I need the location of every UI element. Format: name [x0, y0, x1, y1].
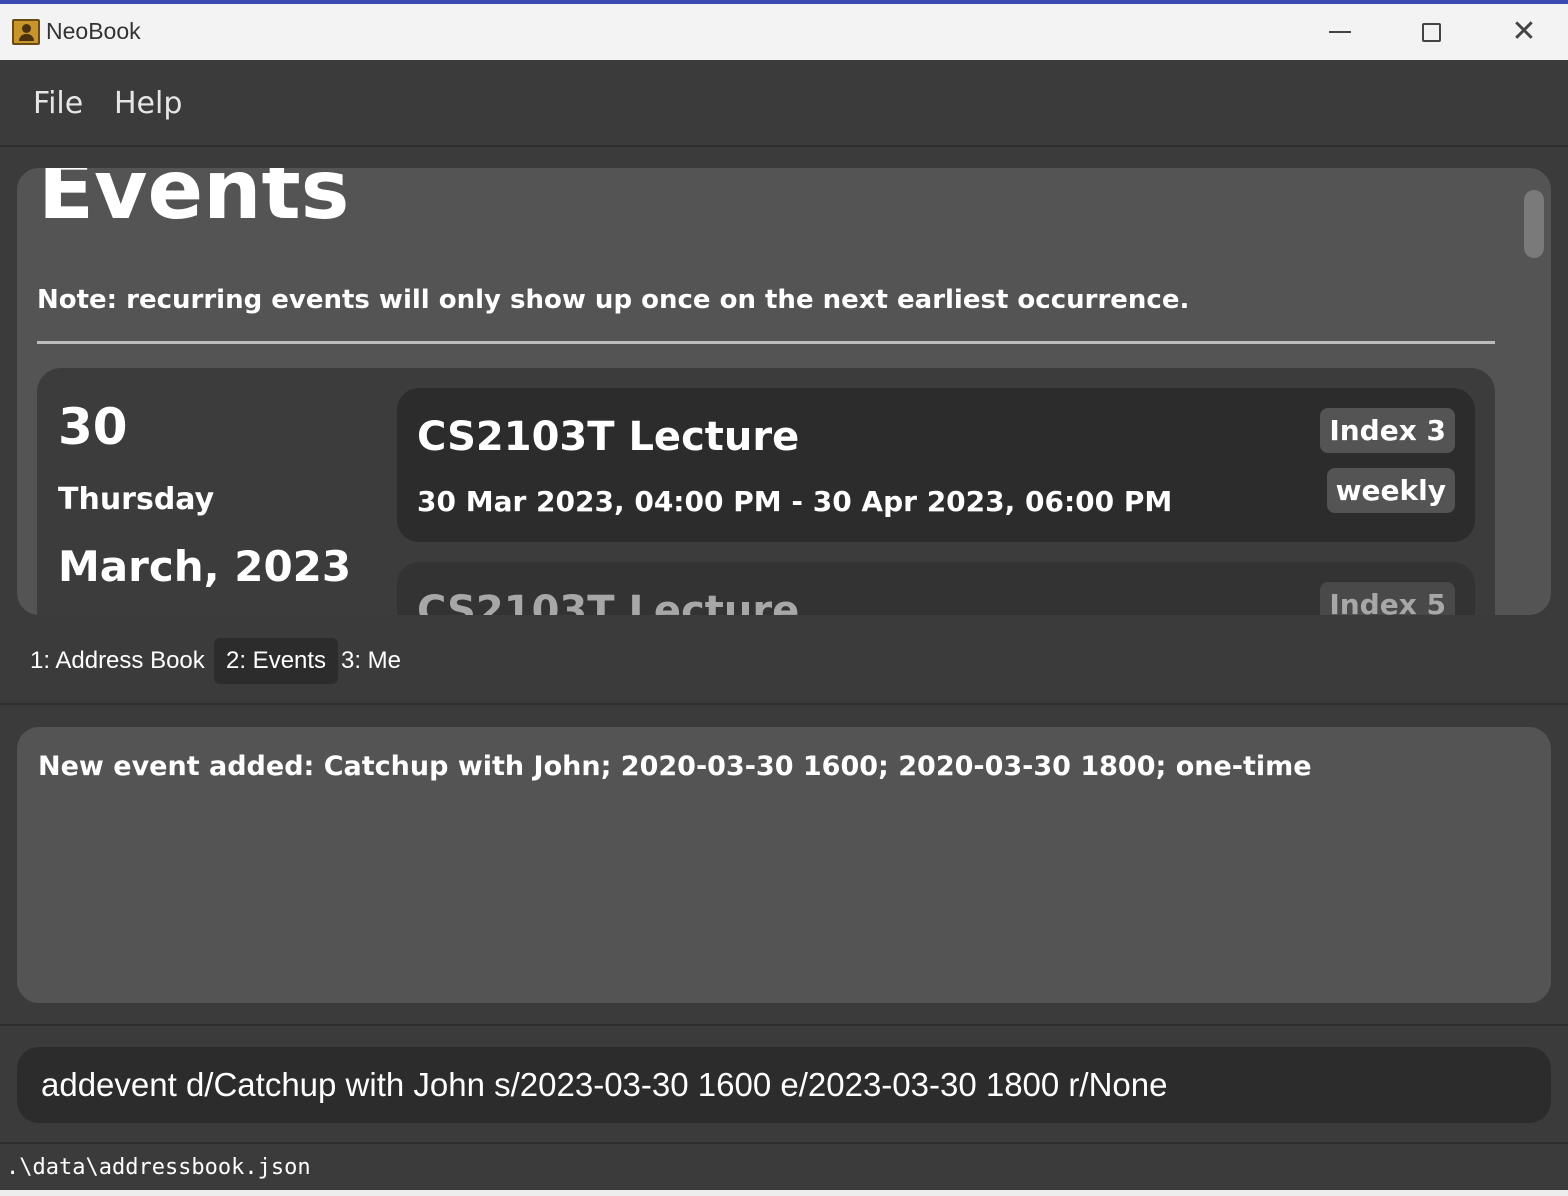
event-recurrence-badge: weekly	[1326, 468, 1455, 513]
data-file-path: .\data\addressbook.json	[6, 1155, 311, 1180]
tab-events[interactable]: 2: Events	[214, 638, 339, 684]
event-card[interactable]: CS2103T Lecture Index 5	[397, 562, 1475, 615]
menu-file[interactable]: File	[33, 86, 83, 121]
events-scrollbar[interactable]	[1524, 190, 1544, 258]
menu-bar: File Help	[0, 60, 1568, 147]
tab-bar: 1: Address Book 2: Events 3: Me	[0, 615, 1568, 705]
command-input[interactable]	[17, 1047, 1551, 1123]
tab-me[interactable]: 3: Me	[329, 638, 413, 684]
event-time-range: 30 Mar 2023, 04:00 PM - 30 Apr 2023, 06:…	[417, 485, 1173, 518]
date-day: 30	[58, 398, 128, 456]
event-index-badge: Index 3	[1320, 408, 1455, 453]
tab-address-book[interactable]: 1: Address Book	[18, 638, 217, 684]
menu-help[interactable]: Help	[114, 86, 182, 121]
date-month-year: March, 2023	[58, 542, 352, 591]
close-button[interactable]: ✕	[1478, 4, 1568, 60]
command-area	[0, 1024, 1568, 1142]
status-bar: .\data\addressbook.json	[0, 1142, 1568, 1190]
minimize-button[interactable]	[1294, 4, 1386, 60]
maximize-icon	[1421, 22, 1441, 42]
window-title: NeoBook	[46, 18, 141, 44]
event-date-group: 30 Thursday March, 2023 CS2103T Lecture …	[37, 368, 1495, 615]
event-index-badge: Index 5	[1320, 582, 1455, 615]
divider	[37, 341, 1495, 344]
date-weekday: Thursday	[58, 482, 215, 517]
result-display: New event added: Catchup with John; 2020…	[17, 727, 1551, 1003]
event-name: CS2103T Lecture	[417, 414, 800, 460]
event-card[interactable]: CS2103T Lecture 30 Mar 2023, 04:00 PM - …	[397, 388, 1475, 542]
maximize-button[interactable]	[1385, 4, 1477, 60]
events-note: Note: recurring events will only show up…	[37, 285, 1190, 315]
result-message: New event added: Catchup with John; 2020…	[38, 751, 1312, 782]
window-bottom-edge	[0, 1190, 1568, 1196]
events-heading: Events	[38, 168, 350, 238]
close-icon: ✕	[1511, 14, 1537, 49]
minimize-icon	[1329, 31, 1351, 33]
event-name: CS2103T Lecture	[417, 588, 800, 615]
events-panel[interactable]: Events Note: recurring events will only …	[17, 168, 1551, 615]
app-logo-icon	[12, 19, 40, 45]
